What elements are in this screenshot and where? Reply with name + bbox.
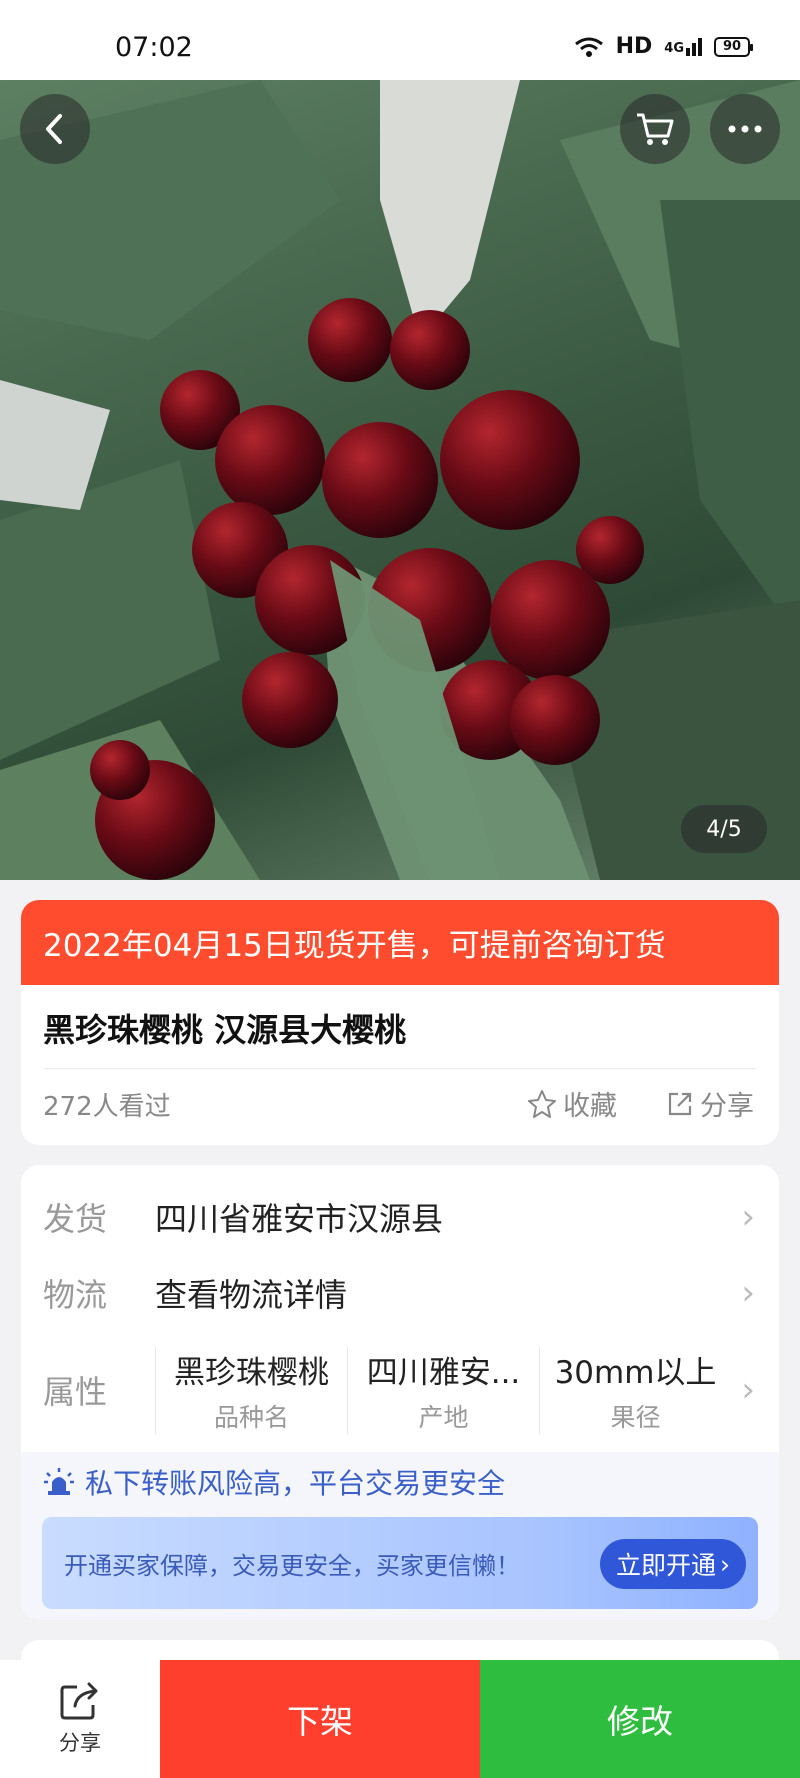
details-card: 发货 四川省雅安市汉源县 › 物流 查看物流详情 › 属性 黑珍珠樱桃 品种名 … [21, 1165, 779, 1620]
view-count: 272人看过 [43, 1092, 171, 1122]
divider [43, 1068, 757, 1069]
favorite-label: 收藏 [563, 1091, 617, 1122]
shipping-value: 四川省雅安市汉源县 [155, 1200, 444, 1238]
signal-type: 4G [664, 40, 684, 56]
buyer-protection-banner: 开通买家保障，交易更安全，买家更信懒！ 立即开通 › [42, 1517, 758, 1609]
attribute-key: 果径 [610, 1402, 661, 1432]
more-icon [728, 125, 762, 133]
bottom-action-bar: 分享 下架 修改 [0, 1660, 800, 1778]
delist-button[interactable]: 下架 [160, 1660, 480, 1778]
wifi-icon [574, 37, 603, 57]
logistics-label: 物流 [43, 1276, 108, 1314]
signal-icon: 4G [664, 37, 702, 56]
attribute-value: 四川雅安... [366, 1354, 521, 1391]
alarm-icon [44, 1468, 74, 1495]
chevron-right-icon: › [741, 1197, 755, 1237]
cherries-illustration [0, 80, 800, 880]
logistics-value: 查看物流详情 [155, 1276, 348, 1314]
attribute-item: 30mm以上 果径 [539, 1346, 731, 1434]
attributes-label: 属性 [43, 1373, 108, 1411]
chevron-right-icon: › [741, 1370, 755, 1410]
battery-icon: 90 [714, 36, 753, 57]
activate-button[interactable]: 立即开通 › [599, 1539, 746, 1589]
cart-button[interactable] [620, 94, 690, 164]
attribute-item: 黑珍珠樱桃 品种名 [155, 1346, 347, 1434]
presale-banner: 2022年04月15日现货开售，可提前咨询订货 [21, 900, 779, 985]
back-button[interactable] [20, 94, 90, 164]
promo-text: 开通买家保障，交易更安全，买家更信懒！ [64, 1551, 520, 1580]
star-icon [528, 1089, 556, 1118]
status-bar: 07:02 HD 4G 90 [0, 0, 800, 80]
attribute-value: 黑珍珠樱桃 [174, 1354, 329, 1391]
attributes-row[interactable]: 属性 黑珍珠樱桃 品种名 四川雅安... 产地 30mm以上 果径 › [43, 1346, 757, 1434]
attribute-key: 品种名 [213, 1402, 289, 1432]
favorite-button[interactable]: 收藏 [527, 1084, 617, 1123]
network-label: HD [615, 34, 653, 59]
logistics-row[interactable]: 物流 查看物流详情 › [43, 1271, 757, 1315]
product-photo[interactable]: 4/5 [0, 80, 800, 880]
chevron-right-icon: › [720, 1549, 730, 1579]
attribute-value: 30mm以上 [554, 1354, 717, 1391]
shipping-row[interactable]: 发货 四川省雅安市汉源县 › [43, 1195, 757, 1239]
share-icon [668, 1092, 692, 1115]
attribute-key: 产地 [418, 1402, 469, 1432]
product-info-card: 2022年04月15日现货开售，可提前咨询订货 黑珍珠樱桃 汉源县大樱桃 272… [21, 900, 779, 1145]
share-icon [60, 1682, 98, 1720]
chevron-right-icon: › [741, 1273, 755, 1313]
edit-button[interactable]: 修改 [480, 1660, 800, 1778]
cart-icon [637, 113, 674, 145]
more-button[interactable] [710, 94, 780, 164]
activate-label: 立即开通 [615, 1551, 716, 1580]
battery-level: 90 [722, 39, 742, 54]
safety-warning-text: 私下转账风险高，平台交易更安全 [85, 1467, 506, 1500]
share-button[interactable]: 分享 [666, 1084, 754, 1123]
chevron-left-icon [46, 114, 62, 144]
bottom-share-button[interactable]: 分享 [0, 1660, 160, 1778]
image-counter: 4/5 [681, 805, 767, 853]
bottom-share-label: 分享 [59, 1731, 101, 1755]
shipping-label: 发货 [43, 1200, 108, 1238]
status-indicators: HD 4G 90 [574, 34, 753, 59]
attribute-list: 黑珍珠樱桃 品种名 四川雅安... 产地 30mm以上 果径 [155, 1346, 731, 1434]
status-time: 07:02 [115, 32, 193, 63]
product-title: 黑珍珠樱桃 汉源县大樱桃 [43, 1011, 407, 1049]
attribute-item: 四川雅安... 产地 [347, 1346, 539, 1434]
share-label: 分享 [700, 1091, 754, 1122]
safety-warning: 私下转账风险高，平台交易更安全 [43, 1462, 505, 1502]
